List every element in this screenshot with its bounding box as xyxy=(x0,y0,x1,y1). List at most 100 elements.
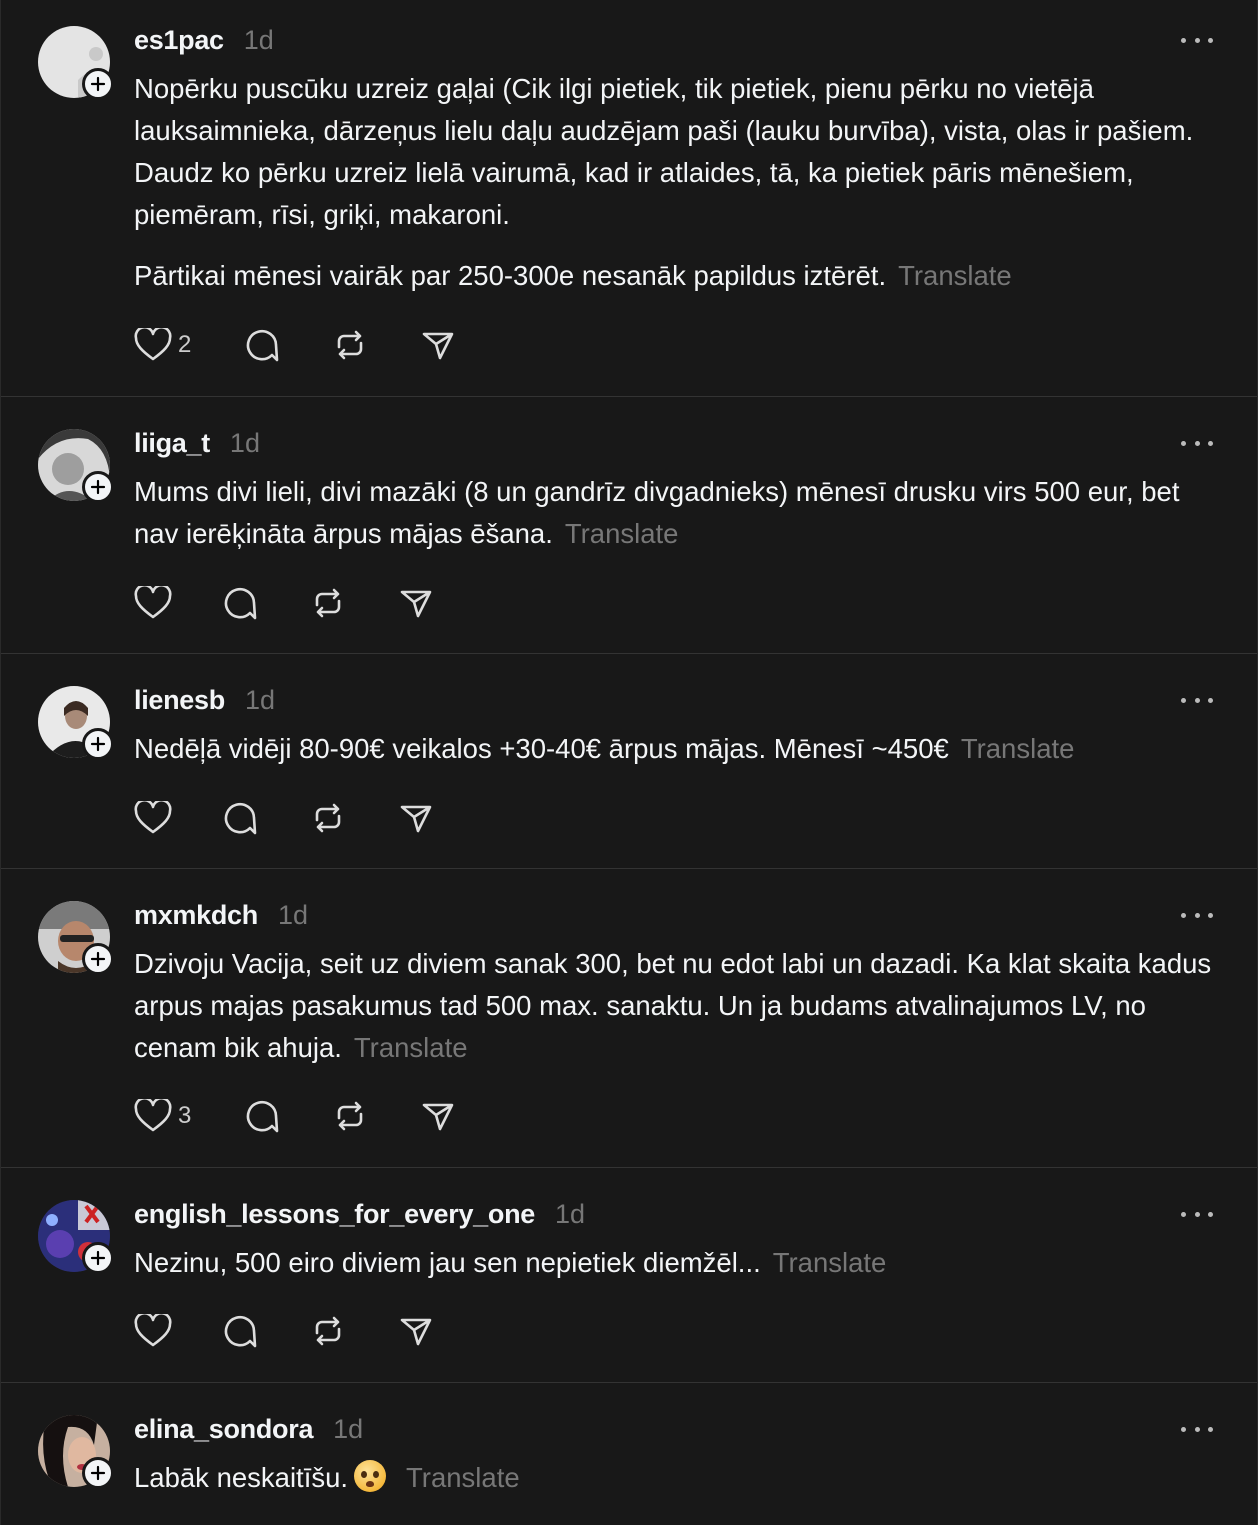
reply-icon xyxy=(246,1100,279,1133)
timestamp[interactable]: 1d xyxy=(555,1199,585,1230)
repost-button[interactable] xyxy=(310,800,398,836)
reply-button[interactable] xyxy=(222,585,310,621)
share-button[interactable] xyxy=(398,800,434,836)
translate-link[interactable]: Translate xyxy=(898,260,1012,291)
repost-button[interactable] xyxy=(310,585,398,621)
timestamp[interactable]: 1d xyxy=(244,25,274,56)
paragraph: Nezinu, 500 eiro diviem jau sen nepietie… xyxy=(134,1247,761,1278)
share-icon xyxy=(400,590,432,618)
plus-icon xyxy=(90,1465,106,1481)
post: lienesb 1d Nedēļā vidēji 80-90€ veikalos… xyxy=(1,654,1257,869)
post-text: Nopērku puscūku uzreiz gaļai (Cik ilgi p… xyxy=(134,68,1224,297)
username[interactable]: english_lessons_for_every_one xyxy=(134,1199,535,1230)
share-button[interactable] xyxy=(398,1313,434,1349)
pleading-face-emoji xyxy=(354,1460,387,1492)
like-button[interactable] xyxy=(134,586,222,620)
repost-icon xyxy=(337,1101,363,1131)
post: english_lessons_for_every_one 1d Nezinu,… xyxy=(1,1168,1257,1383)
share-button[interactable] xyxy=(420,327,456,363)
paragraph: Dzivoju Vacija, seit uz diviem sanak 300… xyxy=(134,948,1212,1063)
reply-button[interactable] xyxy=(244,1098,332,1134)
replies-feed: es1pac 1d Nopērku puscūku uzreiz gaļai (… xyxy=(0,0,1258,1525)
reply-button[interactable] xyxy=(222,800,310,836)
translate-link[interactable]: Translate xyxy=(961,733,1075,764)
share-icon xyxy=(422,332,454,360)
repost-icon xyxy=(315,1316,341,1346)
post-text: Dzivoju Vacija, seit uz diviem sanak 300… xyxy=(134,943,1224,1069)
repost-icon xyxy=(315,588,341,618)
timestamp[interactable]: 1d xyxy=(245,685,275,716)
heart-icon xyxy=(134,1314,172,1347)
post-text: Nedēļā vidēji 80-90€ veikalos +30-40€ ār… xyxy=(134,728,1224,770)
avatar[interactable] xyxy=(38,686,114,760)
like-count: 3 xyxy=(178,1102,192,1129)
timestamp[interactable]: 1d xyxy=(333,1414,363,1445)
username[interactable]: mxmkdch xyxy=(134,900,258,931)
post-text: Mums divi lieli, divi mazāki (8 un gandr… xyxy=(134,471,1224,555)
reply-icon xyxy=(246,329,279,362)
avatar[interactable] xyxy=(38,429,114,503)
heart-icon xyxy=(134,801,172,834)
translate-link[interactable]: Translate xyxy=(354,1032,468,1063)
more-options-button[interactable] xyxy=(1181,1419,1213,1439)
heart-icon xyxy=(134,328,172,361)
more-options-button[interactable] xyxy=(1181,1204,1213,1224)
username[interactable]: es1pac xyxy=(134,25,224,56)
timestamp[interactable]: 1d xyxy=(230,428,260,459)
reply-button[interactable] xyxy=(244,327,332,363)
heart-icon xyxy=(134,586,172,619)
translate-link[interactable]: Translate xyxy=(773,1247,887,1278)
heart-icon xyxy=(134,1099,172,1132)
share-button[interactable] xyxy=(420,1098,456,1134)
plus-icon xyxy=(90,479,106,495)
share-icon xyxy=(422,1103,454,1131)
paragraph: Nedēļā vidēji 80-90€ veikalos +30-40€ ār… xyxy=(134,733,949,764)
repost-button[interactable] xyxy=(332,327,420,363)
post: mxmkdch 1d Dzivoju Vacija, seit uz divie… xyxy=(1,869,1257,1168)
follow-button[interactable] xyxy=(82,728,114,760)
plus-icon xyxy=(90,951,106,967)
repost-button[interactable] xyxy=(332,1098,420,1134)
paragraph: Labāk neskaitīšu. xyxy=(134,1462,349,1493)
reply-icon xyxy=(224,802,257,835)
like-button[interactable]: 2 xyxy=(134,328,244,362)
reply-button[interactable] xyxy=(222,1313,310,1349)
post: elina_sondora 1d Labāk neskaitīšu. Transl… xyxy=(1,1383,1257,1525)
more-options-button[interactable] xyxy=(1181,433,1213,453)
translate-link[interactable]: Translate xyxy=(565,518,679,549)
like-count: 2 xyxy=(178,331,192,358)
more-options-button[interactable] xyxy=(1181,905,1213,925)
follow-button[interactable] xyxy=(82,943,114,975)
post: es1pac 1d Nopērku puscūku uzreiz gaļai (… xyxy=(1,0,1257,397)
repost-button[interactable] xyxy=(310,1313,398,1349)
more-options-button[interactable] xyxy=(1181,690,1213,710)
avatar[interactable] xyxy=(38,901,114,975)
repost-icon xyxy=(337,330,363,360)
like-button[interactable]: 3 xyxy=(134,1099,244,1133)
avatar[interactable] xyxy=(38,26,114,100)
username[interactable]: lienesb xyxy=(134,685,225,716)
avatar[interactable] xyxy=(38,1200,114,1274)
username[interactable]: elina_sondora xyxy=(134,1414,313,1445)
share-button[interactable] xyxy=(398,585,434,621)
plus-icon xyxy=(90,1250,106,1266)
like-button[interactable] xyxy=(134,1314,222,1348)
like-button[interactable] xyxy=(134,801,222,835)
post-text: Labāk neskaitīšu. Translate xyxy=(134,1457,1224,1499)
repost-icon xyxy=(315,803,341,833)
paragraph: Pārtikai mēnesi vairāk par 250-300e nesa… xyxy=(134,260,887,291)
reply-icon xyxy=(224,587,257,620)
timestamp[interactable]: 1d xyxy=(278,900,308,931)
plus-icon xyxy=(90,736,106,752)
follow-button[interactable] xyxy=(82,1242,114,1274)
avatar[interactable] xyxy=(38,1415,114,1489)
share-icon xyxy=(400,805,432,833)
share-icon xyxy=(400,1318,432,1346)
follow-button[interactable] xyxy=(82,471,114,503)
follow-button[interactable] xyxy=(82,68,114,100)
username[interactable]: liiga_t xyxy=(134,428,210,459)
more-options-button[interactable] xyxy=(1181,30,1213,50)
translate-link[interactable]: Translate xyxy=(406,1462,520,1493)
post-text: Nezinu, 500 eiro diviem jau sen nepietie… xyxy=(134,1242,1224,1284)
follow-button[interactable] xyxy=(82,1457,114,1489)
